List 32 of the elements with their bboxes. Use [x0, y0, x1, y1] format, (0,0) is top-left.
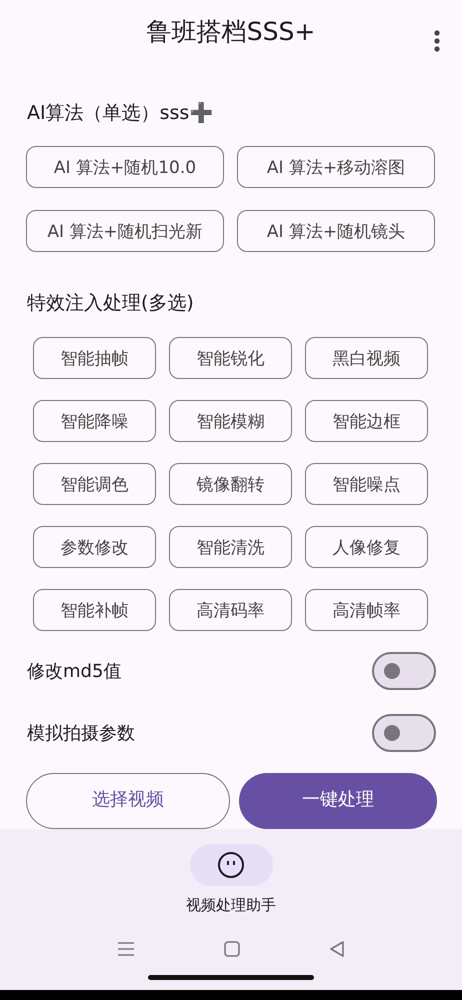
effect-chip[interactable]: 参数修改	[33, 526, 156, 568]
effect-chip[interactable]: 智能边框	[305, 400, 428, 442]
effect-chip[interactable]: 智能模糊	[169, 400, 292, 442]
effect-chip[interactable]: 智能降噪	[33, 400, 156, 442]
toggle-switch[interactable]	[372, 714, 436, 752]
effect-chip[interactable]: 智能调色	[33, 463, 156, 505]
toggle-switch[interactable]	[372, 652, 436, 690]
face-icon	[217, 851, 245, 879]
effect-chip[interactable]: 镜像翻转	[169, 463, 292, 505]
algorithm-option[interactable]: AI 算法+移动溶图	[237, 146, 435, 188]
effect-chip[interactable]: 智能抽帧	[33, 337, 156, 379]
app-title: 鲁班搭档SSS+	[146, 16, 316, 48]
effect-chip[interactable]: 智能补帧	[33, 589, 156, 631]
algorithm-option[interactable]: AI 算法+随机10.0	[26, 146, 224, 188]
process-button[interactable]: 一键处理	[239, 773, 437, 829]
effect-chip[interactable]: 人像修复	[305, 526, 428, 568]
effect-chip[interactable]: 黑白视频	[305, 337, 428, 379]
effect-chip[interactable]: 智能噪点	[305, 463, 428, 505]
more-icon[interactable]	[434, 30, 440, 52]
home-icon[interactable]	[224, 941, 240, 957]
switch-label: 模拟拍摄参数	[27, 722, 135, 745]
section-title: 特效注入处理(多选)	[27, 291, 195, 316]
effect-chip[interactable]: 智能清洗	[169, 526, 292, 568]
effect-chip[interactable]: 高清码率	[169, 589, 292, 631]
effect-chip[interactable]: 智能锐化	[169, 337, 292, 379]
effect-chip[interactable]: 高清帧率	[305, 589, 428, 631]
algorithm-option[interactable]: AI 算法+随机镜头	[237, 210, 435, 252]
switch-label: 修改md5值	[27, 660, 122, 683]
menu-icon[interactable]	[118, 942, 134, 956]
back-icon[interactable]	[330, 941, 344, 957]
section-title: AI算法（单选）sss➕	[27, 101, 214, 126]
algorithm-option[interactable]: AI 算法+随机扫光新	[26, 210, 224, 252]
